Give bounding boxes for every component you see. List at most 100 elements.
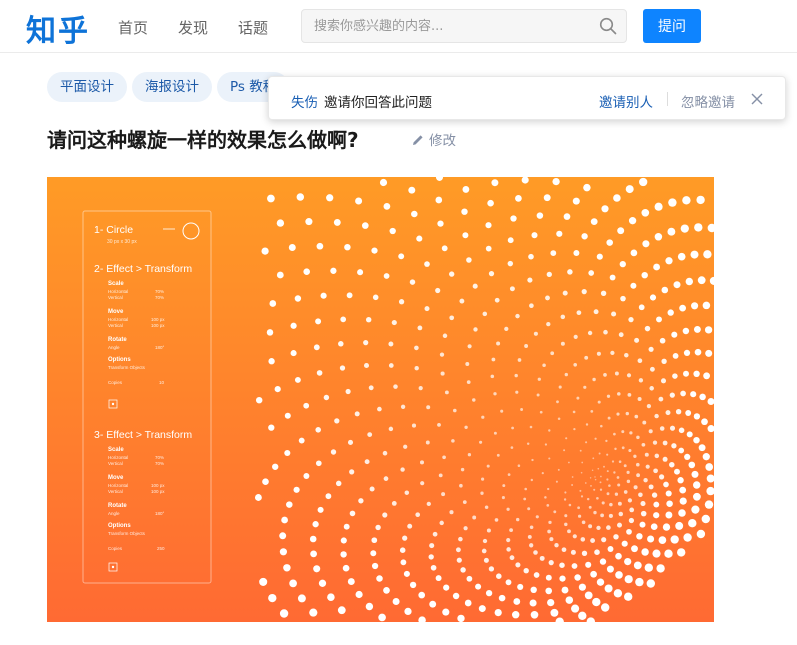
- spiral-dot: [599, 481, 602, 484]
- spiral-dot: [599, 488, 603, 491]
- spiral-dot: [400, 404, 406, 409]
- spiral-dot: [342, 564, 350, 572]
- spiral-dot: [317, 506, 324, 513]
- spiral-dot: [609, 502, 613, 507]
- spiral-dot: [607, 546, 614, 552]
- step3-move-label: Move: [108, 475, 124, 481]
- spiral-dot: [537, 377, 541, 381]
- spiral-dot: [624, 575, 633, 584]
- spiral-dot: [621, 430, 625, 434]
- spiral-dot: [536, 212, 544, 219]
- spiral-dot: [363, 339, 369, 346]
- spiral-dot: [485, 245, 492, 252]
- topic-tag-poster-design[interactable]: 海报设计: [132, 72, 212, 102]
- spiral-dot: [596, 578, 605, 586]
- ask-question-button[interactable]: 提问: [643, 9, 701, 43]
- spiral-dot: [683, 533, 692, 542]
- spiral-dot: [638, 492, 643, 498]
- spiral-dot: [546, 321, 551, 327]
- spiral-dot: [517, 464, 521, 467]
- spiral-dot: [567, 269, 573, 275]
- spiral-dot: [486, 528, 491, 533]
- spiral-dot: [646, 403, 652, 409]
- spiral-dot: [590, 218, 598, 225]
- spiral-dot: [611, 460, 615, 463]
- spiral-dot: [564, 514, 568, 518]
- spiral-dot: [580, 495, 584, 498]
- spiral-dot: [340, 551, 347, 558]
- search-input[interactable]: [302, 10, 592, 42]
- spiral-dot: [504, 326, 509, 332]
- spiral-dot: [603, 465, 605, 468]
- spiral-dot: [617, 227, 625, 235]
- spiral-dot: [432, 531, 438, 537]
- spiral-dot: [451, 439, 455, 443]
- spiral-dot: [529, 425, 533, 429]
- topic-tag-graphic-design[interactable]: 平面设计: [47, 72, 127, 102]
- spiral-dot: [550, 351, 555, 356]
- spiral-dot: [377, 406, 382, 412]
- spiral-dot: [456, 557, 462, 563]
- spiral-dot: [613, 534, 619, 540]
- spiral-dot: [620, 295, 626, 302]
- spiral-dot: [494, 609, 502, 617]
- spiral-dot: [701, 514, 710, 524]
- spiral-dot: [509, 528, 513, 532]
- spiral-dot: [438, 473, 443, 478]
- step2-scale-v-label: Vertical: [108, 295, 123, 300]
- step2-copies-value: 10: [159, 380, 165, 385]
- spiral-dot: [568, 503, 572, 507]
- spiral-dot: [703, 250, 712, 259]
- invite-others-link[interactable]: 邀请别人: [599, 91, 653, 111]
- question-image-spiral[interactable]: 1- Circle 30 px x 30 px 2- Effect > Tran…: [47, 177, 714, 622]
- spiral-dot: [398, 253, 405, 260]
- spiral-dot: [585, 441, 588, 444]
- edit-question-button[interactable]: 修改: [411, 129, 456, 149]
- image-background: [47, 177, 714, 622]
- spiral-dot: [672, 373, 678, 379]
- spiral-dot: [337, 606, 346, 615]
- spiral-dot: [649, 386, 654, 391]
- spiral-dot: [702, 301, 711, 310]
- spiral-dot: [680, 390, 686, 397]
- spiral-dot: [669, 392, 675, 398]
- spiral-dot: [330, 449, 337, 455]
- spiral-dot: [564, 522, 568, 527]
- spiral-dot: [567, 461, 570, 464]
- spiral-dot: [382, 512, 388, 518]
- spiral-dot: [625, 411, 629, 416]
- spiral-dot: [530, 586, 537, 593]
- spiral-dot: [617, 483, 621, 487]
- spiral-dot: [439, 520, 444, 526]
- invite-message: 邀请你回答此问题: [324, 95, 432, 111]
- spiral-dot: [659, 474, 665, 480]
- spiral-dot: [606, 470, 609, 473]
- spiral-dot: [581, 288, 587, 295]
- close-icon[interactable]: [751, 93, 763, 105]
- nav-home[interactable]: 首页: [118, 17, 148, 38]
- spiral-dot: [705, 349, 713, 357]
- spiral-dot: [600, 475, 602, 478]
- inviter-name-link[interactable]: 失伤: [291, 91, 318, 111]
- spiral-dot: [481, 548, 487, 554]
- nav-topics[interactable]: 话题: [238, 17, 268, 38]
- spiral-dot: [364, 459, 370, 465]
- spiral-dot: [472, 515, 477, 520]
- spiral-dot: [704, 500, 714, 509]
- ignore-invite-link[interactable]: 忽略邀请: [681, 91, 735, 111]
- spiral-dot: [563, 213, 571, 220]
- spiral-dot: [465, 362, 470, 366]
- spiral-dot: [455, 547, 461, 553]
- spiral-dot: [466, 257, 472, 263]
- spiral-dot: [414, 345, 419, 351]
- spiral-dot: [255, 396, 263, 404]
- spiral-dot: [371, 247, 378, 254]
- search-icon[interactable]: [599, 17, 617, 35]
- spiral-dot: [557, 417, 561, 421]
- zhihu-logo[interactable]: 知乎: [26, 6, 90, 50]
- nav-discover[interactable]: 发现: [178, 17, 208, 38]
- spiral-dot: [653, 512, 660, 519]
- spiral-dot: [572, 534, 577, 539]
- spiral-dot: [651, 492, 658, 498]
- spiral-dot: [485, 222, 492, 229]
